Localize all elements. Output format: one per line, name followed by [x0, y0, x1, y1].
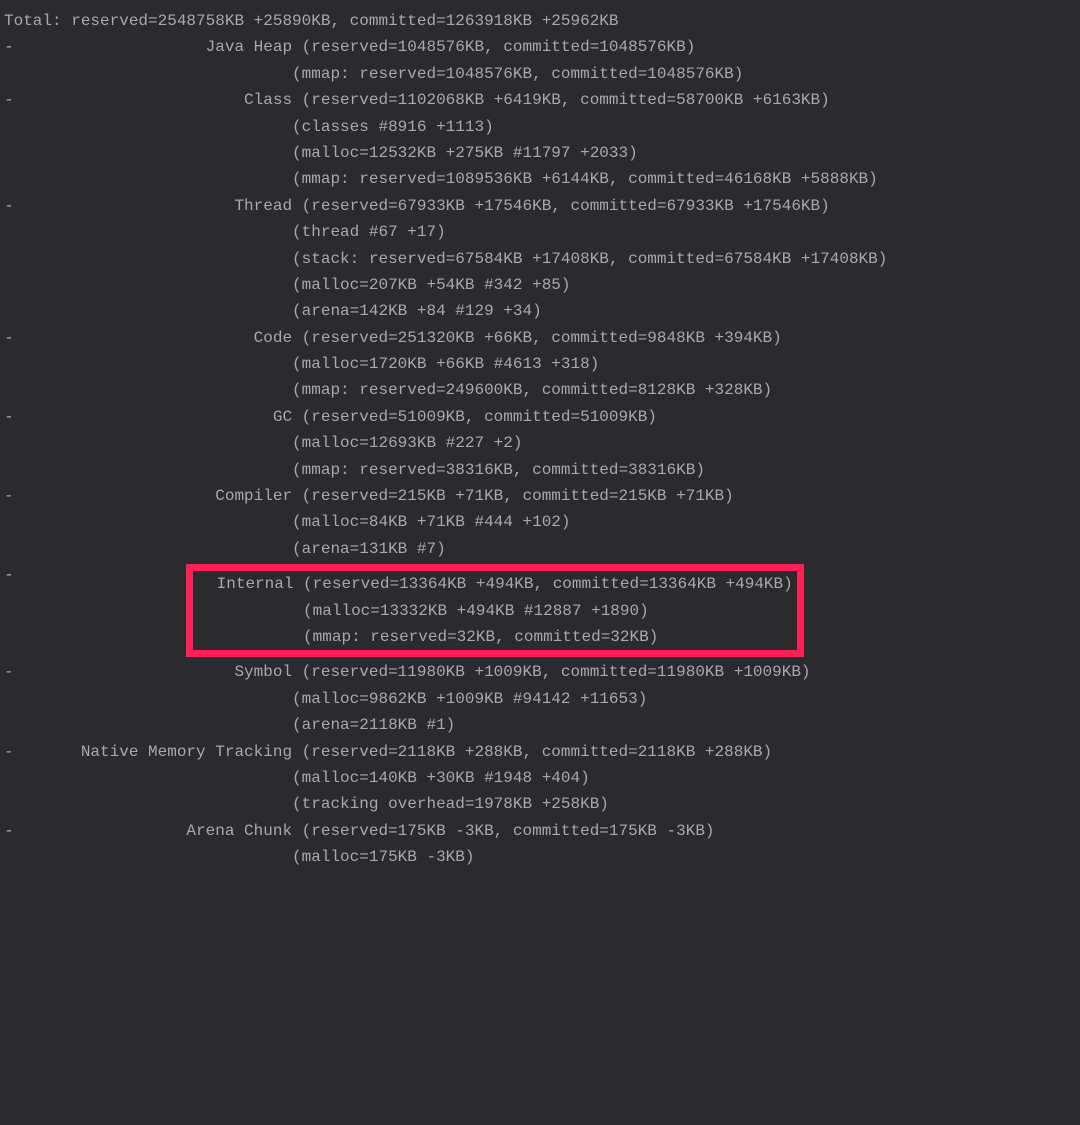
section-detail-line: (arena=131KB #7)	[4, 536, 1076, 562]
section-detail-line: (tracking overhead=1978KB +258KB)	[4, 791, 1076, 817]
section-detail-line: (malloc=1720KB +66KB #4613 +318)	[4, 351, 1076, 377]
section-detail-line: (stack: reserved=67584KB +17408KB, commi…	[4, 246, 1076, 272]
section-header: - Class (reserved=1102068KB +6419KB, com…	[4, 87, 1076, 113]
section-header: - Java Heap (reserved=1048576KB, committ…	[4, 34, 1076, 60]
section-header: - Code (reserved=251320KB +66KB, committ…	[4, 325, 1076, 351]
section-header: - Arena Chunk (reserved=175KB -3KB, comm…	[4, 818, 1076, 844]
section-detail-line: (malloc=12693KB #227 +2)	[4, 430, 1076, 456]
section-detail-line: (classes #8916 +1113)	[4, 114, 1076, 140]
section-detail-line: (mmap: reserved=249600KB, committed=8128…	[4, 377, 1076, 403]
memory-report-output: Total: reserved=2548758KB +25890KB, comm…	[4, 8, 1076, 871]
section-header: - GC (reserved=51009KB, committed=51009K…	[4, 404, 1076, 430]
section-header-internal: Internal (reserved=13364KB +494KB, commi…	[197, 571, 792, 597]
section-detail-line: (malloc=140KB +30KB #1948 +404)	[4, 765, 1076, 791]
section-detail-line: (malloc=12532KB +275KB #11797 +2033)	[4, 140, 1076, 166]
section-detail-line: (malloc=13332KB +494KB #12887 +1890)	[197, 598, 792, 624]
section-detail-line: (malloc=175KB -3KB)	[4, 844, 1076, 870]
section-detail-line: (mmap: reserved=38316KB, committed=38316…	[4, 457, 1076, 483]
section-detail-line: (mmap: reserved=1048576KB, committed=104…	[4, 61, 1076, 87]
section-header: - Thread (reserved=67933KB +17546KB, com…	[4, 193, 1076, 219]
section-detail-line: (thread #67 +17)	[4, 219, 1076, 245]
total-line: Total: reserved=2548758KB +25890KB, comm…	[4, 8, 1076, 34]
section-header: - Symbol (reserved=11980KB +1009KB, comm…	[4, 659, 1076, 685]
highlighted-section: Internal (reserved=13364KB +494KB, commi…	[186, 564, 803, 657]
section-dash: -	[4, 562, 14, 588]
section-detail-line: (mmap: reserved=1089536KB +6144KB, commi…	[4, 166, 1076, 192]
section-detail-line: (arena=142KB +84 #129 +34)	[4, 298, 1076, 324]
section-detail-line: (malloc=9862KB +1009KB #94142 +11653)	[4, 686, 1076, 712]
section-detail-line: (mmap: reserved=32KB, committed=32KB)	[197, 624, 792, 650]
section-detail-line: (malloc=207KB +54KB #342 +85)	[4, 272, 1076, 298]
section-header: - Compiler (reserved=215KB +71KB, commit…	[4, 483, 1076, 509]
section-detail-line: (arena=2118KB #1)	[4, 712, 1076, 738]
section-detail-line: (malloc=84KB +71KB #444 +102)	[4, 509, 1076, 535]
section-header: - Native Memory Tracking (reserved=2118K…	[4, 739, 1076, 765]
